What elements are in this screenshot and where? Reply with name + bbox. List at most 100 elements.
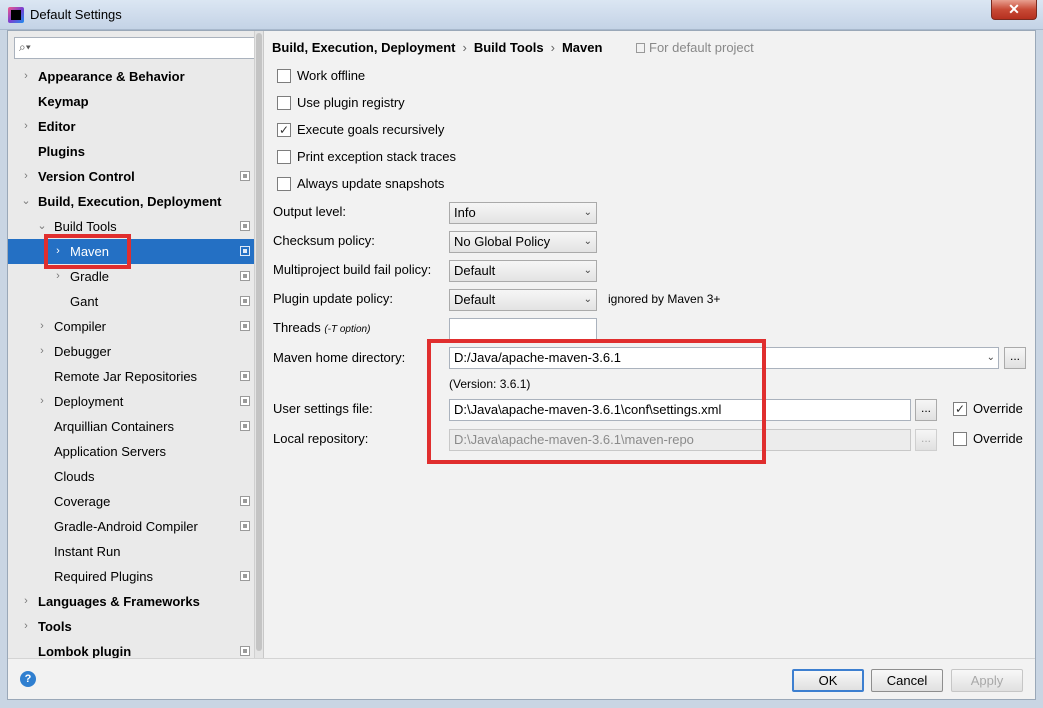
threads-label: Threads (-T option)	[273, 318, 370, 338]
default-project-label: For default project	[649, 40, 754, 55]
project-settings-icon	[240, 321, 250, 331]
sidebar-scrollbar[interactable]	[254, 31, 263, 658]
user-settings-input[interactable]: D:\Java\apache-maven-3.6.1\conf\settings…	[449, 399, 911, 421]
maven-version-text: (Version: 3.6.1)	[449, 377, 531, 391]
chevron-right-icon[interactable]: ›	[20, 614, 32, 639]
sidebar-item[interactable]: Instant Run	[8, 539, 254, 564]
ignored-note: ignored by Maven 3+	[608, 292, 721, 306]
checksum-policy-label: Checksum policy:	[273, 233, 375, 248]
threads-label-text: Threads	[273, 320, 321, 335]
sidebar-item[interactable]: › Tools	[8, 614, 254, 639]
project-settings-icon	[240, 396, 250, 406]
chevron-right-icon[interactable]: ›	[36, 314, 48, 339]
sidebar-item[interactable]: Clouds	[8, 464, 254, 489]
sidebar-item[interactable]: › Deployment	[8, 389, 254, 414]
apply-button[interactable]: Apply	[951, 669, 1023, 692]
chevron-down-icon: ⌄	[583, 294, 592, 305]
chevron-right-icon[interactable]: ›	[36, 339, 48, 364]
project-settings-icon	[240, 421, 250, 431]
project-settings-icon	[240, 521, 250, 531]
sidebar-item[interactable]: Remote Jar Repositories	[8, 364, 254, 389]
sidebar-item-label: Version Control	[38, 169, 135, 184]
sidebar-item[interactable]: Required Plugins	[8, 564, 254, 589]
sidebar-item-label: Gradle-Android Compiler	[54, 519, 198, 534]
checkbox-box[interactable]	[953, 432, 967, 446]
sidebar-item[interactable]: › Debugger	[8, 339, 254, 364]
chevron-right-icon[interactable]: ›	[20, 589, 32, 614]
local-repository-input[interactable]: D:\Java\apache-maven-3.6.1\maven-repo	[449, 429, 911, 451]
project-settings-icon	[240, 221, 250, 231]
sidebar-item[interactable]: › Appearance & Behavior	[8, 64, 254, 89]
ok-button[interactable]: OK	[792, 669, 864, 692]
sidebar-item-label: Editor	[38, 119, 76, 134]
chevron-right-icon[interactable]: ›	[20, 114, 32, 139]
checkbox-label: Work offline	[297, 68, 366, 83]
maven-home-combo[interactable]: D:/Java/apache-maven-3.6.1 ⌄	[449, 347, 999, 369]
chevron-down-icon[interactable]: ⌄	[36, 214, 48, 239]
sidebar-item[interactable]: › Maven	[8, 239, 254, 264]
breadcrumb-maven: Maven	[561, 40, 603, 55]
sidebar-item-label: Gradle	[70, 269, 110, 284]
splitter[interactable]	[263, 31, 264, 658]
sidebar-item-label: Instant Run	[54, 544, 121, 559]
checksum-policy-select[interactable]: No Global Policy ⌄	[449, 231, 597, 253]
maven-home-browse-button[interactable]: ...	[1004, 347, 1026, 369]
sidebar-item[interactable]: Coverage	[8, 489, 254, 514]
sidebar-item[interactable]: › Languages & Frameworks	[8, 589, 254, 614]
settings-tree: › Appearance & Behavior Keymap › Editor Plugi…	[8, 64, 254, 664]
sidebar-item[interactable]: › Gradle	[8, 264, 254, 289]
local-repository-label: Local repository:	[273, 431, 369, 446]
checkbox-label: Use plugin registry	[297, 95, 405, 110]
override-label: Override	[973, 431, 1023, 446]
output-level-select[interactable]: Info ⌄	[449, 202, 597, 224]
fail-policy-select[interactable]: Default ⌄	[449, 260, 597, 282]
chevron-right-icon[interactable]: ›	[20, 164, 32, 189]
chevron-right-icon[interactable]: ›	[52, 239, 64, 264]
sidebar-item-label: Tools	[38, 619, 72, 634]
sidebar-item[interactable]: Gradle-Android Compiler	[8, 514, 254, 539]
project-settings-icon	[240, 296, 250, 306]
sidebar-item[interactable]: ⌄ Build Tools	[8, 214, 254, 239]
sidebar-item[interactable]: Application Servers	[8, 439, 254, 464]
chevron-right-icon[interactable]: ›	[20, 64, 32, 89]
settings-sidebar: ⌕▾ › Appearance & Behavior Keymap › Editor Pl…	[8, 31, 263, 659]
checkbox-box[interactable]	[277, 96, 291, 110]
sidebar-item[interactable]: Arquillian Containers	[8, 414, 254, 439]
sidebar-item[interactable]: Keymap	[8, 89, 254, 114]
user-settings-browse-button[interactable]: ...	[915, 399, 937, 421]
plugin-update-policy-select[interactable]: Default ⌄	[449, 289, 597, 311]
help-icon[interactable]: ?	[20, 671, 36, 687]
dialog-button-bar: ? OK Cancel Apply	[8, 658, 1035, 699]
breadcrumb-build-tools: Build Tools	[473, 40, 544, 55]
local-repository-browse-button[interactable]: ...	[915, 429, 937, 451]
project-settings-icon	[240, 571, 250, 581]
sidebar-item[interactable]: Gant	[8, 289, 254, 314]
sidebar-item[interactable]: › Version Control	[8, 164, 254, 189]
sidebar-item[interactable]: › Editor	[8, 114, 254, 139]
breadcrumb-build-execution: Build, Execution, Deployment	[272, 40, 456, 55]
project-settings-icon	[240, 246, 250, 256]
checkbox-label: Print exception stack traces	[297, 149, 456, 164]
checkbox-box[interactable]	[277, 150, 291, 164]
checkbox-box[interactable]: ✓	[277, 123, 291, 137]
scrollbar-thumb[interactable]	[256, 33, 262, 651]
sidebar-item[interactable]: Plugins	[8, 139, 254, 164]
sidebar-item[interactable]: › Compiler	[8, 314, 254, 339]
close-window-button[interactable]: ✕	[991, 0, 1037, 20]
project-settings-icon	[240, 271, 250, 281]
checkbox-box[interactable]	[277, 177, 291, 191]
sidebar-item-label: Remote Jar Repositories	[54, 369, 198, 384]
chevron-down-icon[interactable]: ⌄	[20, 189, 32, 214]
settings-search-input[interactable]: ⌕▾	[14, 37, 255, 59]
maven-home-label: Maven home directory:	[273, 350, 406, 365]
project-settings-icon	[240, 371, 250, 381]
threads-input[interactable]	[449, 318, 597, 340]
cancel-button[interactable]: Cancel	[871, 669, 943, 692]
sidebar-item[interactable]: ⌄ Build, Execution, Deployment	[8, 189, 254, 214]
checkbox-box[interactable]	[277, 69, 291, 83]
maven-home-value: D:/Java/apache-maven-3.6.1	[454, 350, 621, 365]
breadcrumb: Build, Execution, Deployment › Build Tools…	[272, 40, 602, 55]
chevron-right-icon[interactable]: ›	[36, 389, 48, 414]
chevron-right-icon[interactable]: ›	[52, 264, 64, 289]
checkbox-box[interactable]: ✓	[953, 402, 967, 416]
